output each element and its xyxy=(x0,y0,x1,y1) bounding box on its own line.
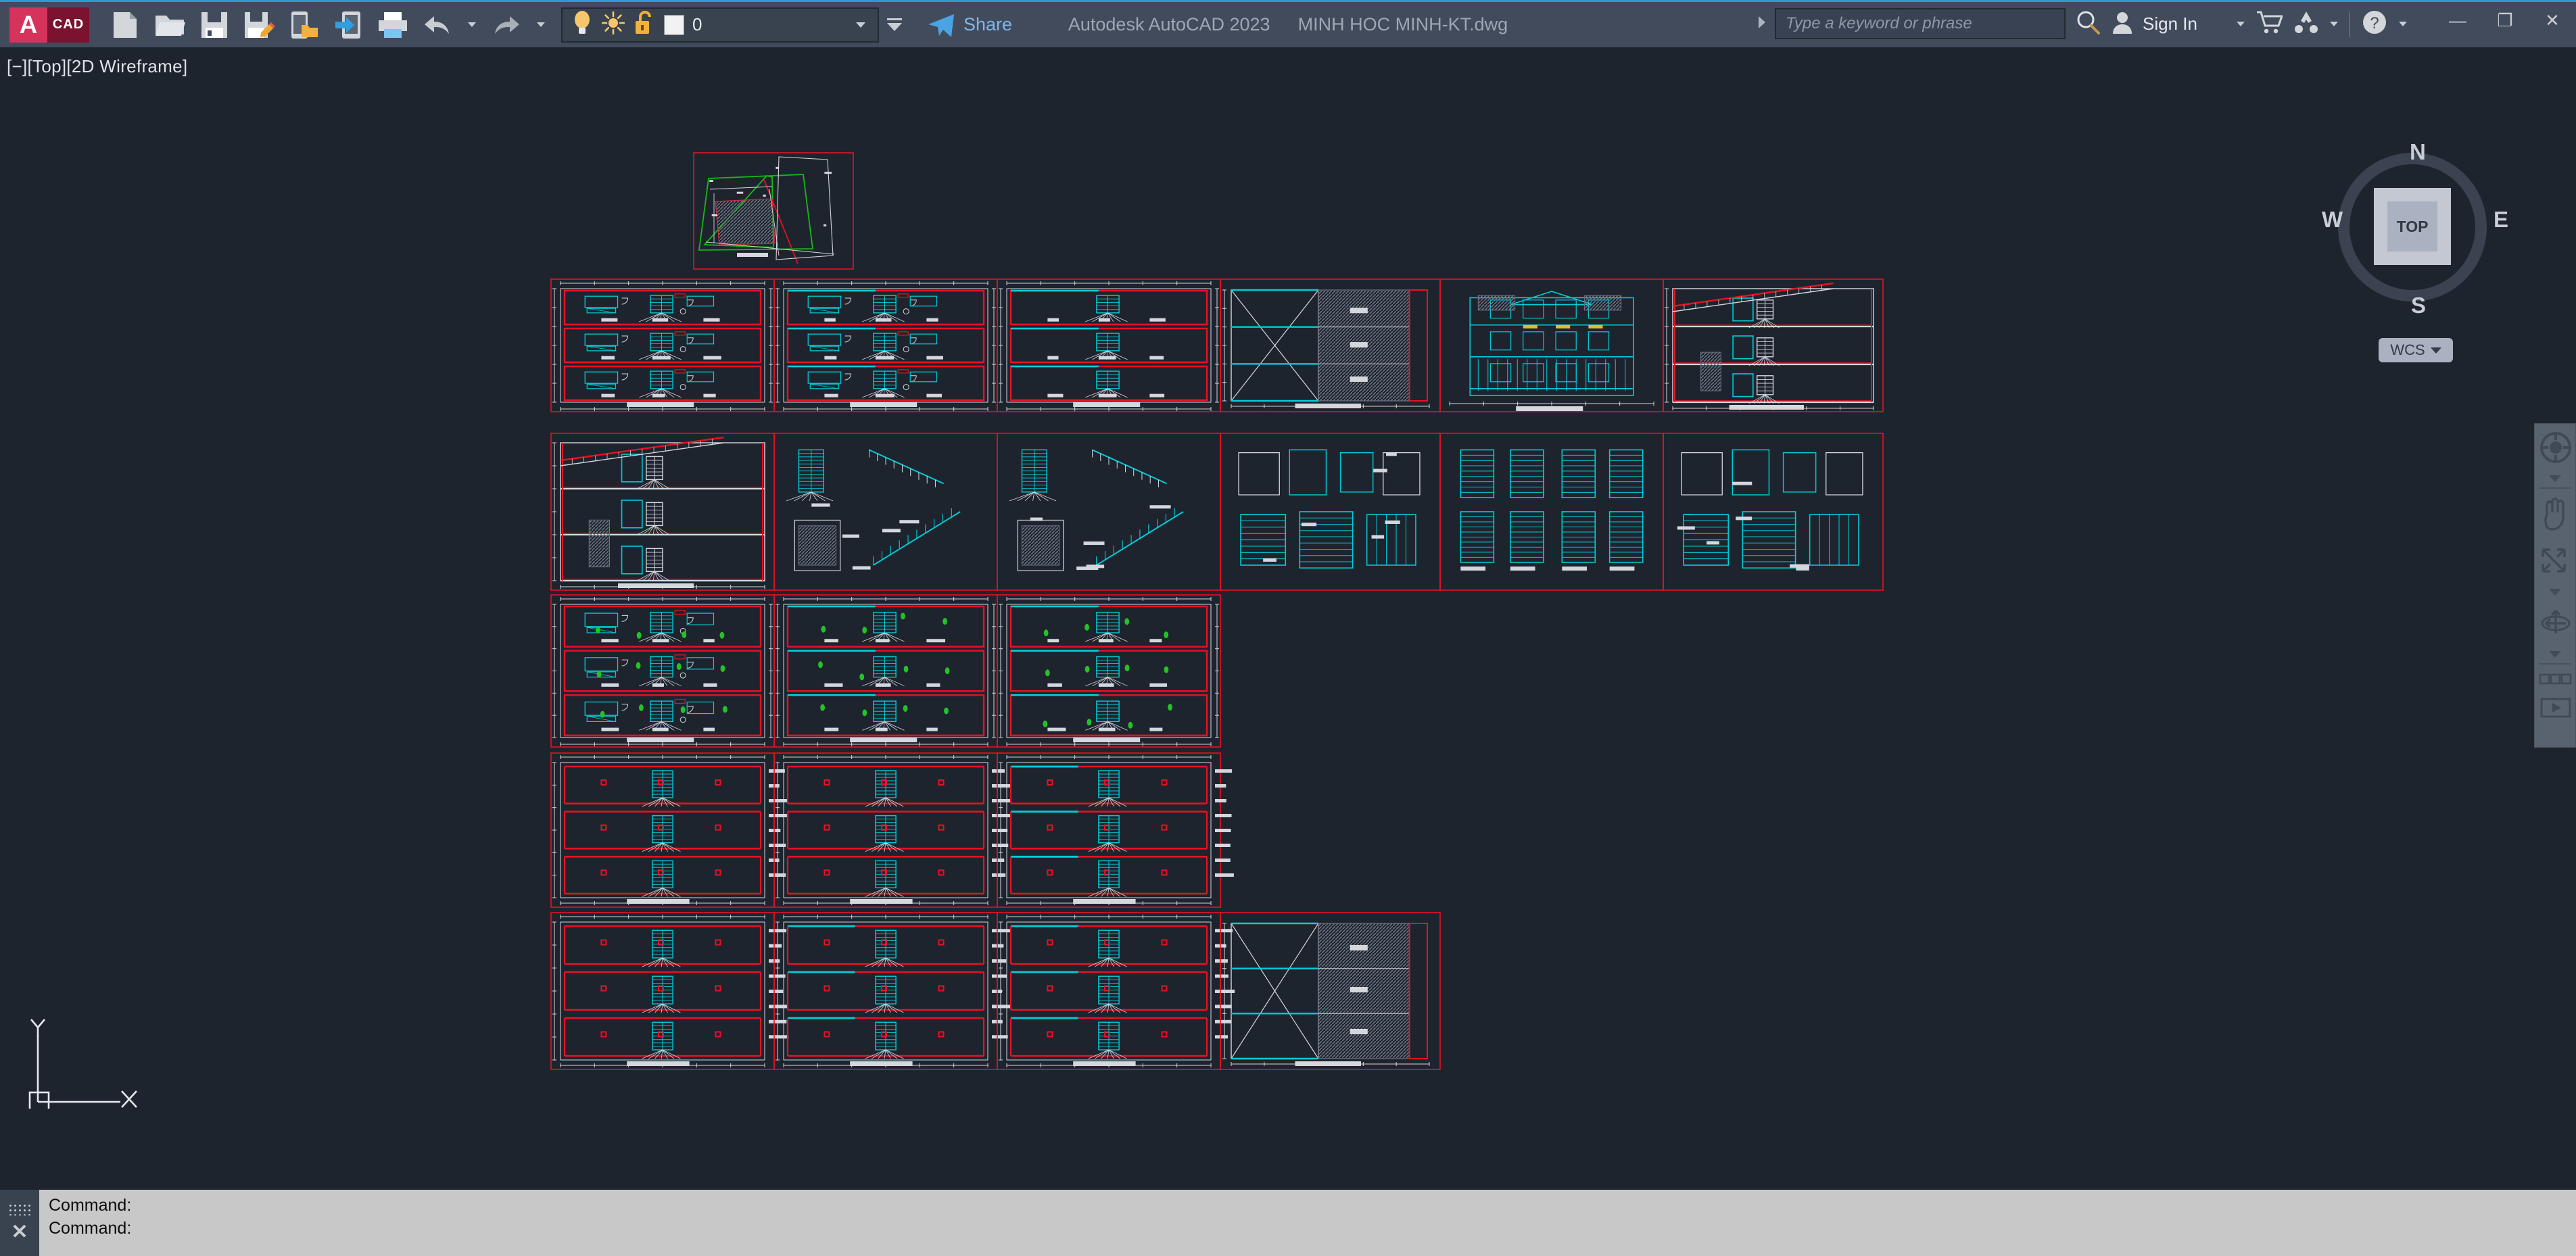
compass-south-label[interactable]: S xyxy=(2411,293,2426,318)
help-question-icon[interactable]: ? xyxy=(2361,9,2388,39)
unlock-icon[interactable] xyxy=(634,11,654,39)
open-icon[interactable] xyxy=(151,6,189,44)
close-icon[interactable]: ✕ xyxy=(11,1222,28,1242)
drawing-viewport[interactable]: [−][Top][2D Wireframe] N E S W TOP WCS xyxy=(0,47,2576,1190)
product-name: Autodesk AutoCAD 2023 xyxy=(1068,14,1270,34)
save-web-icon[interactable] xyxy=(329,6,367,44)
chevron-right-icon[interactable] xyxy=(1756,15,1768,33)
autodesk-logo-icon[interactable] xyxy=(2293,10,2319,38)
file-name: MINH HOC MINH-KT.dwg xyxy=(1297,14,1508,34)
pan-hand-icon[interactable] xyxy=(2535,490,2576,537)
steering-wheel-dropdown-icon[interactable] xyxy=(2535,471,2575,486)
sun-icon[interactable] xyxy=(601,11,625,38)
layer-name: 0 xyxy=(692,14,702,34)
view-cube-top-face[interactable]: TOP xyxy=(2374,188,2451,265)
open-web-icon[interactable] xyxy=(285,6,323,44)
new-icon[interactable] xyxy=(106,6,144,44)
help-dropdown-icon[interactable] xyxy=(2399,22,2407,26)
close-button[interactable]: ✕ xyxy=(2541,10,2564,31)
layer-expand-icon[interactable] xyxy=(883,6,906,44)
view-cube-face-label: TOP xyxy=(2387,201,2437,251)
ucs-selector[interactable]: WCS xyxy=(2379,338,2453,362)
compass-east-label[interactable]: E xyxy=(2494,207,2508,233)
maximize-button[interactable]: ❐ xyxy=(2494,10,2517,31)
compass-west-label[interactable]: W xyxy=(2322,207,2343,233)
chevron-down-icon[interactable] xyxy=(856,22,865,28)
showmotion-thumbnails-icon[interactable] xyxy=(2535,666,2576,693)
sign-in-button[interactable]: Sign In xyxy=(2143,14,2197,34)
window-controls: — ❐ ✕ xyxy=(2446,10,2564,31)
search-icon[interactable] xyxy=(2075,9,2101,39)
user-icon[interactable] xyxy=(2112,11,2133,37)
command-history[interactable]: Command: Command: xyxy=(39,1190,2576,1256)
steering-wheel-icon[interactable] xyxy=(2535,424,2576,471)
ucs-icon xyxy=(28,1019,137,1109)
zoom-extents-icon[interactable] xyxy=(2535,537,2576,585)
autocad-logo-letter: A xyxy=(9,7,47,43)
redo-dropdown-icon[interactable] xyxy=(532,6,550,44)
search-area: Sign In xyxy=(1756,8,2197,39)
plot-icon[interactable] xyxy=(374,6,412,44)
undo-icon[interactable] xyxy=(419,6,456,44)
drag-grip-icon[interactable] xyxy=(8,1203,31,1215)
orbit-icon[interactable] xyxy=(2535,600,2576,647)
compass-north-label[interactable]: N xyxy=(2410,139,2426,165)
share-label: Share xyxy=(963,14,1013,34)
autodesk-dropdown-icon[interactable] xyxy=(2330,22,2338,26)
ucs-selector-label: WCS xyxy=(2390,341,2425,358)
share-button[interactable]: Share xyxy=(927,13,1012,37)
zoom-dropdown-icon[interactable] xyxy=(2535,585,2575,600)
layer-control[interactable]: 0 xyxy=(561,7,879,43)
command-input-line: Command: xyxy=(49,1219,132,1238)
minimize-button[interactable]: — xyxy=(2446,10,2469,31)
command-line: Command: xyxy=(49,1196,132,1215)
layer-color-swatch[interactable] xyxy=(664,14,684,35)
cad-drawing[interactable] xyxy=(0,47,2576,1190)
command-window-grip[interactable]: ✕ xyxy=(0,1190,39,1256)
orbit-dropdown-icon[interactable] xyxy=(2535,647,2575,662)
autocad-logo-cad: CAD xyxy=(47,7,89,43)
view-cube[interactable]: N E S W TOP WCS xyxy=(2311,127,2514,362)
undo-dropdown-icon[interactable] xyxy=(463,6,481,44)
redo-icon[interactable] xyxy=(487,6,525,44)
search-input[interactable] xyxy=(1775,8,2066,39)
account-dropdown-icon[interactable] xyxy=(2237,22,2245,26)
chevron-down-icon xyxy=(2430,347,2441,354)
saveas-icon[interactable] xyxy=(240,6,278,44)
title-bar: A CAD 0 Share Autodesk AutoCAD 2023 MINH… xyxy=(0,0,2576,47)
paper-plane-icon xyxy=(928,14,954,37)
shopping-cart-icon[interactable] xyxy=(2256,10,2284,38)
autocad-logo-icon[interactable]: A CAD xyxy=(9,7,89,43)
save-icon[interactable] xyxy=(195,6,233,44)
lightbulb-icon[interactable] xyxy=(572,10,592,39)
navigation-bar[interactable] xyxy=(2534,423,2576,748)
command-window[interactable]: ✕ Command: Command: xyxy=(0,1190,2576,1256)
svg-text:?: ? xyxy=(2370,14,2379,32)
account-tools: ? xyxy=(2237,9,2407,39)
showmotion-icon[interactable] xyxy=(2535,693,2576,723)
